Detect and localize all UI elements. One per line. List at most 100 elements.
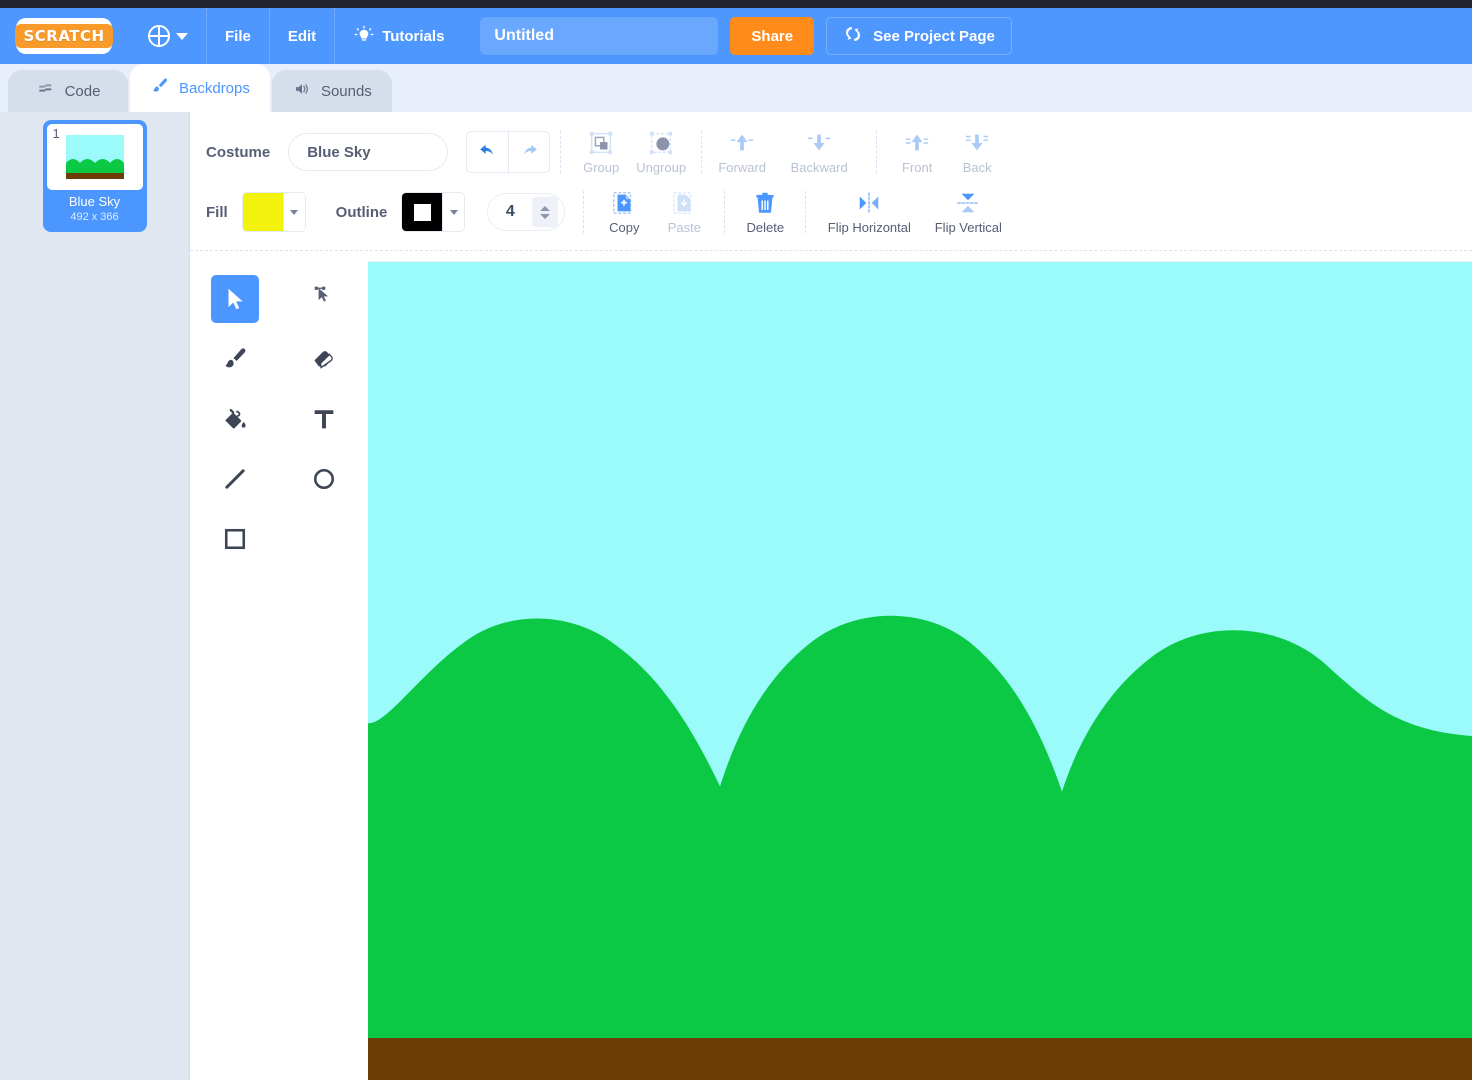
trash-icon <box>752 190 778 216</box>
group-button[interactable]: Group <box>571 130 631 175</box>
backdrop-list-item[interactable]: 1 Blue Sky 492 x 366 <box>43 120 147 232</box>
tool-palette <box>190 251 368 1080</box>
paint-canvas-wrapper[interactable] <box>368 251 1472 1080</box>
stroke-width-arrows-icon[interactable] <box>532 197 558 227</box>
flip-horizontal-button[interactable]: Flip Horizontal <box>816 190 922 235</box>
group-tools: Group Ungroup <box>571 130 691 175</box>
flip-vertical-button[interactable]: Flip Vertical <box>922 190 1014 235</box>
tab-sounds-label: Sounds <box>321 83 372 100</box>
project-title-input[interactable] <box>480 17 718 55</box>
front-button[interactable]: Front <box>887 130 947 175</box>
ungroup-button[interactable]: Ungroup <box>631 130 691 175</box>
menu-item-edit[interactable]: Edit <box>269 8 334 64</box>
fill-chevron-down-icon <box>283 193 305 231</box>
speaker-icon <box>292 80 312 102</box>
layer-move-tools: Forward Backward <box>712 130 866 175</box>
flip-vertical-label: Flip Vertical <box>935 220 1002 235</box>
tab-bar: Code Backdrops Sounds <box>0 64 1472 112</box>
toolbar-divider <box>876 131 877 173</box>
flip-horizontal-icon <box>856 190 882 216</box>
hills-shape <box>368 616 1472 1080</box>
toolbar-divider <box>805 191 806 233</box>
ungroup-label: Ungroup <box>636 160 686 175</box>
menu-item-edit-label: Edit <box>288 28 316 45</box>
forward-arrow-icon <box>729 130 755 156</box>
paintbrush-icon <box>221 345 249 373</box>
paint-canvas[interactable] <box>368 261 1472 1080</box>
delete-button[interactable]: Delete <box>735 190 795 235</box>
backward-button[interactable]: Backward <box>772 130 866 175</box>
costume-name-input[interactable] <box>288 133 448 171</box>
text-t-icon <box>310 405 338 433</box>
eraser-icon <box>310 345 338 373</box>
language-selector[interactable] <box>130 8 206 64</box>
outline-chevron-down-icon <box>442 193 464 231</box>
back-button[interactable]: Back <box>947 130 1007 175</box>
paint-toolbar-row-top: Costume <box>190 122 1472 182</box>
tool-select[interactable] <box>211 275 259 323</box>
backward-label: Backward <box>791 160 848 175</box>
tab-sounds[interactable]: Sounds <box>272 70 392 112</box>
backdrop-selector-panel: 1 Blue Sky 492 x 366 <box>0 112 190 1080</box>
tool-eraser[interactable] <box>300 335 348 383</box>
scratch-logo[interactable]: SCRATCH <box>16 18 112 54</box>
scratch-logo-text: SCRATCH <box>15 24 112 48</box>
paintbrush-icon <box>150 76 170 100</box>
backdrop-artwork[interactable] <box>368 262 1472 1080</box>
flip-vertical-icon <box>955 190 981 216</box>
tool-text[interactable] <box>300 395 348 443</box>
layer-extreme-tools: Front Back <box>887 130 1007 175</box>
ungroup-icon <box>648 130 674 156</box>
fill-color-picker[interactable] <box>242 192 306 232</box>
group-icon <box>588 130 614 156</box>
tool-line[interactable] <box>211 455 259 503</box>
tool-fill[interactable] <box>211 395 259 443</box>
tab-code[interactable]: Code <box>8 70 128 112</box>
menu-item-file[interactable]: File <box>206 8 269 64</box>
backdrop-thumbnail: 1 <box>47 124 143 190</box>
tool-brush[interactable] <box>211 335 259 383</box>
paint-editor: Costume <box>190 112 1472 1080</box>
menu-item-tutorials[interactable]: Tutorials <box>334 8 462 64</box>
redo-arrow-icon <box>518 141 540 163</box>
outline-color-picker[interactable] <box>401 192 465 232</box>
tab-backdrops-label: Backdrops <box>179 80 250 97</box>
backdrop-index-label: 1 <box>53 126 60 141</box>
group-label: Group <box>583 160 619 175</box>
tab-code-label: Code <box>65 83 101 100</box>
rectangle-icon <box>221 525 249 553</box>
paint-toolbars: Costume <box>190 112 1472 251</box>
outline-label: Outline <box>336 204 388 221</box>
redo-button[interactable] <box>508 132 549 172</box>
back-label: Back <box>963 160 992 175</box>
stroke-width-stepper[interactable]: 4 <box>487 193 565 231</box>
copy-button[interactable]: Copy <box>594 190 654 235</box>
circle-icon <box>310 465 338 493</box>
copy-icon <box>611 190 637 216</box>
tab-backdrops[interactable]: Backdrops <box>130 64 270 112</box>
delete-label: Delete <box>747 220 785 235</box>
copy-label: Copy <box>609 220 639 235</box>
tool-reshape[interactable] <box>300 275 348 323</box>
fill-label: Fill <box>206 204 228 221</box>
flip-tools: Flip Horizontal Flip Vertical <box>816 190 1014 235</box>
tool-circle[interactable] <box>300 455 348 503</box>
globe-icon <box>148 25 170 47</box>
backdrop-size-label: 492 x 366 <box>47 210 143 228</box>
paste-button[interactable]: Paste <box>654 190 714 235</box>
main-area: 1 Blue Sky 492 x 366 Costume <box>0 112 1472 1080</box>
undo-button[interactable] <box>467 132 508 172</box>
front-arrow-icon <box>904 130 930 156</box>
reshape-node-icon <box>311 286 337 312</box>
menu-bar: SCRATCH File Edit Tutorials Share <box>0 8 1472 64</box>
toolbar-divider <box>701 131 702 173</box>
code-blocks-icon <box>36 81 56 101</box>
see-project-page-button[interactable]: See Project Page <box>826 17 1012 55</box>
tool-rectangle[interactable] <box>211 515 259 563</box>
outline-color-swatch <box>402 193 442 231</box>
forward-button[interactable]: Forward <box>712 130 772 175</box>
undo-redo-group <box>466 131 550 173</box>
share-button[interactable]: Share <box>730 17 814 55</box>
lightbulb-icon <box>353 25 375 47</box>
ground-shape <box>368 1038 1472 1080</box>
